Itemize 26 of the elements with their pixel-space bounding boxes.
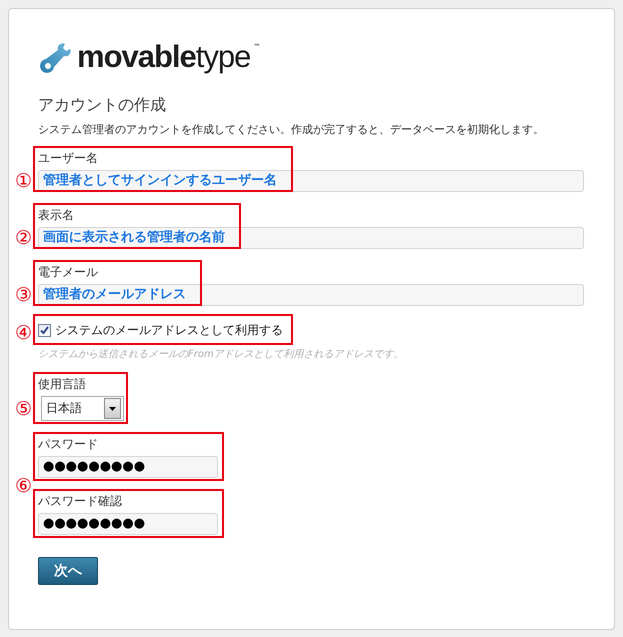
step-number: ④ <box>14 322 32 344</box>
step-number: ⑤ <box>14 398 32 420</box>
step-number: ③ <box>14 284 32 306</box>
step-number: ② <box>14 227 32 249</box>
hint-text: システムから送信されるメールのFromアドレスとして利用されるアドレスです。 <box>38 348 405 361</box>
password-field[interactable]: ●●●●●●●●● <box>38 513 218 535</box>
field-label: 電子メール <box>38 265 98 280</box>
step-number: ① <box>14 170 32 192</box>
page-title: アカウントの作成 <box>38 95 167 115</box>
caret-icon <box>104 398 121 419</box>
step-number: ⑥ <box>14 475 32 497</box>
language-dropdown[interactable]: 日本語 <box>41 396 124 421</box>
next-button[interactable]: 次へ <box>38 557 98 585</box>
password-field[interactable]: ●●●●●●●●● <box>38 456 218 478</box>
checkbox[interactable] <box>38 324 51 337</box>
field-label: 表示名 <box>38 208 74 223</box>
input-field[interactable]: 画面に表示される管理者の名前 <box>38 227 584 249</box>
field-label: 使用言語 <box>38 377 86 392</box>
input-field[interactable]: 管理者としてサインインするユーザー名 <box>38 170 584 192</box>
field-label: パスワード確認 <box>38 494 122 509</box>
description-text: システム管理者のアカウントを作成してください。作成が完了すると、データベースを初期化します。 <box>38 123 545 137</box>
checkbox-label: システムのメールアドレスとして利用する <box>55 323 283 338</box>
field-label: ユーザー名 <box>38 151 98 166</box>
input-field[interactable]: 管理者のメールアドレス <box>38 284 584 306</box>
logo-text: movabletype <box>77 39 250 75</box>
field-label: パスワード <box>38 437 98 452</box>
